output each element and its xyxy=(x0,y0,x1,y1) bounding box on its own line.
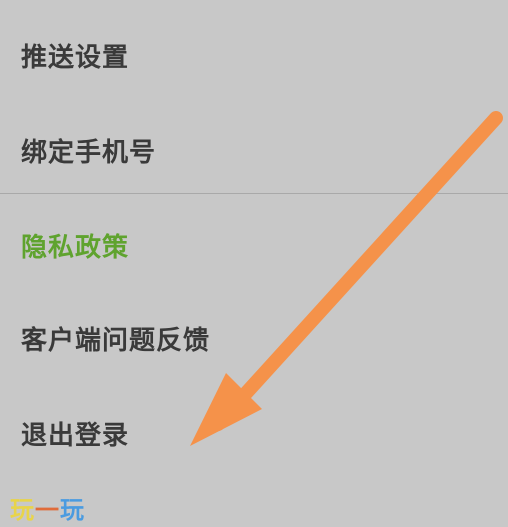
menu-item-label: 推送设置 xyxy=(21,42,130,73)
menu-item-logout[interactable]: 退出登录 xyxy=(0,386,508,480)
settings-menu: 推送设置 绑定手机号 隐私政策 客户端问题反馈 退出登录 xyxy=(0,0,508,527)
menu-item-label: 退出登录 xyxy=(21,420,130,451)
watermark-logo: 玩一玩 xyxy=(10,490,85,525)
watermark-char: 一 xyxy=(35,496,60,524)
menu-item-client-feedback[interactable]: 客户端问题反馈 xyxy=(0,291,508,385)
watermark-char: 玩 xyxy=(10,496,35,524)
menu-item-bind-phone[interactable]: 绑定手机号 xyxy=(0,103,508,197)
watermark-char: 玩 xyxy=(60,496,85,524)
menu-item-privacy-policy[interactable]: 隐私政策 xyxy=(0,198,508,292)
menu-item-push-settings[interactable]: 推送设置 xyxy=(0,8,508,102)
menu-divider xyxy=(0,193,508,194)
menu-item-label: 隐私政策 xyxy=(21,232,130,263)
menu-item-label: 绑定手机号 xyxy=(21,137,157,168)
menu-item-label: 客户端问题反馈 xyxy=(21,325,211,356)
